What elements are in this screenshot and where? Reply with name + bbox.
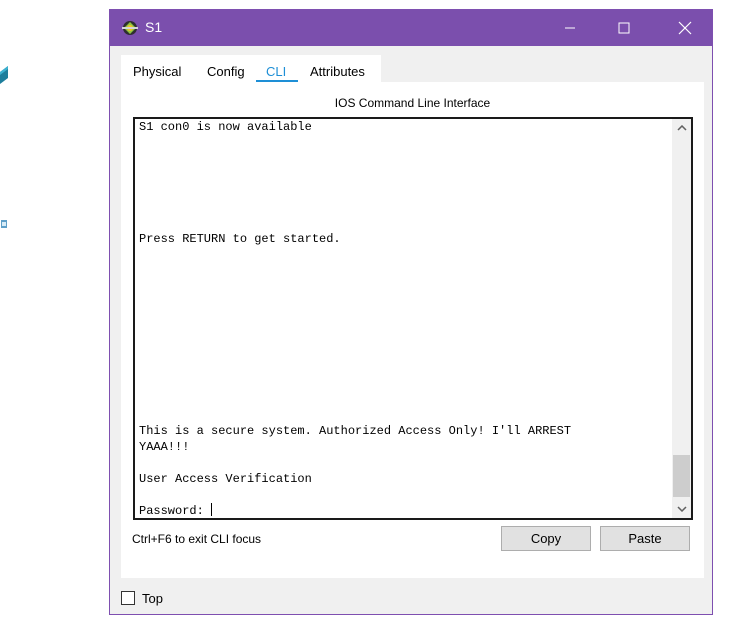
cli-focus-hint: Ctrl+F6 to exit CLI focus	[132, 532, 262, 546]
maximize-icon	[618, 22, 630, 34]
device-window: S1 Physical Config CLI Attributes IOS Co…	[109, 9, 713, 615]
paste-button[interactable]: Paste	[600, 526, 690, 551]
scrollbar-thumb[interactable]	[673, 455, 690, 497]
terminal-output[interactable]: S1 con0 is now available Press RETURN to…	[139, 119, 669, 518]
minimize-button[interactable]	[547, 10, 593, 46]
tab-bar: Physical Config CLI Attributes	[121, 55, 381, 83]
network-device-icon[interactable]	[0, 218, 8, 232]
terminal-scrollbar[interactable]	[672, 119, 691, 518]
chevron-down-icon	[676, 506, 687, 512]
cli-heading: IOS Command Line Interface	[334, 96, 491, 110]
close-button[interactable]	[662, 10, 708, 46]
desktop-background: S1 Physical Config CLI Attributes IOS Co…	[0, 0, 734, 631]
top-checkbox[interactable]	[121, 591, 135, 605]
tab-physical[interactable]: Physical	[133, 64, 181, 79]
switch-device-icon[interactable]	[0, 66, 8, 86]
copy-button[interactable]: Copy	[501, 526, 591, 551]
cli-panel: IOS Command Line Interface S1 con0 is no…	[121, 82, 704, 578]
window-title: S1	[145, 19, 163, 35]
packet-tracer-switch-icon	[122, 21, 138, 35]
maximize-button[interactable]	[601, 10, 647, 46]
scroll-down-button[interactable]	[672, 500, 691, 518]
cli-terminal[interactable]: S1 con0 is now available Press RETURN to…	[133, 117, 693, 520]
tab-config[interactable]: Config	[207, 64, 245, 79]
text-cursor	[211, 503, 213, 516]
close-icon	[678, 21, 692, 35]
title-bar[interactable]: S1	[110, 10, 712, 46]
tab-cli[interactable]: CLI	[266, 64, 286, 79]
top-checkbox-label[interactable]: Top	[142, 591, 163, 606]
bottom-bar: Top	[121, 588, 163, 608]
scroll-up-button[interactable]	[672, 119, 691, 137]
terminal-text: S1 con0 is now available Press RETURN to…	[139, 120, 572, 518]
minimize-icon	[565, 27, 575, 29]
tab-attributes[interactable]: Attributes	[310, 64, 365, 79]
chevron-up-icon	[676, 125, 687, 131]
